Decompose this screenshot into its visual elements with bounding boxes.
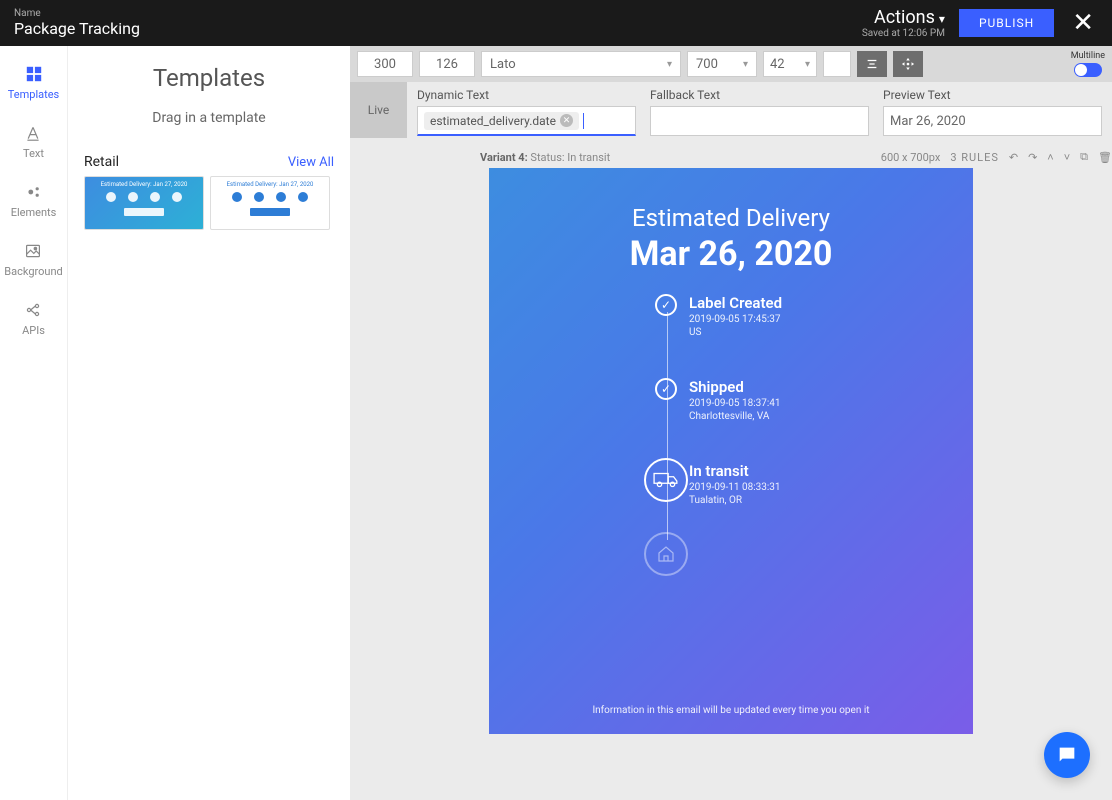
dynamic-text-input[interactable]: estimated_delivery.date ✕	[417, 106, 636, 136]
rail-templates[interactable]: Templates	[8, 64, 59, 101]
duplicate-icon[interactable]: ⧉	[1080, 150, 1088, 164]
font-select[interactable]: Lato ▾	[481, 51, 681, 77]
text-cursor	[583, 113, 584, 129]
variant-label: Variant 4:	[480, 151, 528, 164]
timeline: Label Created 2019-09-05 17:45:37 US Shi…	[489, 294, 973, 580]
rail-text-label: Text	[23, 147, 44, 160]
publish-button[interactable]: PUBLISH	[959, 9, 1054, 37]
tag-remove-icon[interactable]: ✕	[560, 114, 573, 127]
templates-panel: Templates Drag in a template Retail View…	[68, 46, 350, 800]
pos-y-input[interactable]	[419, 51, 475, 77]
fallback-text-label: Fallback Text	[650, 88, 869, 102]
multiline-label: Multiline	[1071, 51, 1105, 61]
rail-elements-label: Elements	[11, 206, 57, 219]
font-weight-select[interactable]: 700 ▾	[687, 51, 757, 77]
check-icon	[655, 294, 677, 316]
align-button[interactable]	[857, 51, 887, 77]
preview-date: Mar 26, 2020	[630, 234, 833, 274]
font-value: Lato	[490, 57, 516, 72]
timeline-location: Tualatin, OR	[689, 495, 973, 506]
timeline-title: In transit	[689, 462, 973, 480]
project-name-label: Name	[14, 8, 140, 19]
selected-text-element[interactable]: Mar 26, 2020	[630, 232, 833, 274]
rail-apis-label: APIs	[22, 324, 45, 337]
home-icon	[644, 532, 688, 576]
position-button[interactable]	[893, 51, 923, 77]
project-name[interactable]: Package Tracking	[14, 19, 140, 38]
preview-text-input[interactable]	[883, 106, 1102, 136]
timeline-time: 2019-09-05 18:37:41	[689, 398, 973, 409]
tag-text: estimated_delivery.date	[430, 114, 556, 128]
template-thumb-2[interactable]: Estimated Delivery: Jan 27, 2020	[210, 176, 330, 230]
rail-text[interactable]: Text	[23, 123, 44, 160]
apis-icon	[23, 300, 43, 320]
timeline-title: Shipped	[689, 378, 973, 396]
rules-button[interactable]: 3 RULES	[950, 151, 999, 164]
text-toolbar: Lato ▾ 700 ▾ 42 ▾ M	[350, 46, 1112, 82]
timeline-title: Label Created	[689, 294, 973, 312]
canvas-preview[interactable]: Estimated Delivery Mar 26, 2020 Label Cr…	[489, 168, 973, 734]
timeline-time: 2019-09-05 17:45:37	[689, 314, 973, 325]
fallback-text-input[interactable]	[650, 106, 869, 136]
font-size-select[interactable]: 42 ▾	[763, 51, 817, 77]
preview-footer: Information in this email will be update…	[489, 705, 973, 716]
dynamic-text-row: Live Dynamic Text estimated_delivery.dat…	[350, 82, 1112, 146]
panel-subtitle: Drag in a template	[84, 110, 334, 126]
panel-title: Templates	[84, 64, 334, 92]
delete-icon[interactable]: 🗑	[1098, 151, 1112, 164]
canvas-area: Lato ▾ 700 ▾ 42 ▾ M	[350, 46, 1112, 800]
chat-button[interactable]	[1044, 732, 1090, 778]
thumb2-title: Estimated Delivery: Jan 27, 2020	[211, 177, 329, 188]
text-icon	[23, 123, 43, 143]
timeline-time: 2019-09-11 08:33:31	[689, 482, 973, 493]
sidebar-rail: Templates Text Elements Background	[0, 46, 68, 800]
category-name: Retail	[84, 154, 119, 170]
variant-status: Status: In transit	[530, 151, 610, 164]
rail-templates-label: Templates	[8, 88, 59, 101]
timeline-location: Charlottesville, VA	[689, 411, 973, 422]
undo-icon[interactable]: ↶	[1009, 151, 1018, 164]
pos-x-input[interactable]	[357, 51, 413, 77]
templates-icon	[24, 64, 44, 84]
check-icon	[655, 378, 677, 400]
chevron-up-icon[interactable]: ˄	[1047, 151, 1053, 164]
dynamic-text-label: Dynamic Text	[417, 88, 636, 102]
thumb1-title: Estimated Delivery: Jan 27, 2020	[85, 177, 203, 188]
app-header: Name Package Tracking Actions Saved at 1…	[0, 0, 1112, 46]
preview-text-label: Preview Text	[883, 88, 1102, 102]
live-toggle[interactable]: Live	[350, 82, 407, 138]
chevron-down-icon: ▾	[743, 59, 748, 70]
chevron-down-icon: ▾	[667, 59, 672, 70]
variant-meta-row: Variant 4: Status: In transit 600 x 700p…	[350, 146, 1112, 168]
rail-background-label: Background	[4, 265, 62, 278]
multiline-toggle[interactable]	[1074, 63, 1102, 77]
timeline-item-current[interactable]: In transit 2019-09-11 08:33:31 Tualatin,…	[689, 462, 973, 506]
timeline-location: US	[689, 327, 973, 338]
elements-icon	[24, 182, 44, 202]
chevron-down-icon: ▾	[805, 59, 810, 70]
truck-icon	[644, 458, 688, 502]
rail-elements[interactable]: Elements	[11, 182, 57, 219]
close-icon[interactable]: ✕	[1068, 8, 1098, 38]
redo-icon[interactable]: ↷	[1028, 151, 1037, 164]
dynamic-variable-tag[interactable]: estimated_delivery.date ✕	[424, 112, 579, 130]
actions-menu[interactable]: Actions	[862, 7, 945, 28]
chevron-down-icon[interactable]: ˅	[1064, 151, 1070, 164]
timeline-item-pending[interactable]	[689, 536, 973, 580]
view-all-link[interactable]: View All	[288, 155, 334, 170]
size-value: 42	[770, 57, 785, 72]
color-swatch[interactable]	[823, 51, 851, 77]
chat-icon	[1056, 744, 1078, 766]
weight-value: 700	[696, 57, 718, 72]
rail-apis[interactable]: APIs	[22, 300, 45, 337]
saved-at-label: Saved at 12:06 PM	[862, 28, 945, 39]
timeline-item[interactable]: Shipped 2019-09-05 18:37:41 Charlottesvi…	[689, 378, 973, 422]
background-icon	[23, 241, 43, 261]
canvas-dimensions: 600 x 700px	[881, 151, 941, 164]
timeline-item[interactable]: Label Created 2019-09-05 17:45:37 US	[689, 294, 973, 338]
preview-heading[interactable]: Estimated Delivery	[489, 204, 973, 232]
template-thumb-1[interactable]: Estimated Delivery: Jan 27, 2020	[84, 176, 204, 230]
rail-background[interactable]: Background	[4, 241, 62, 278]
